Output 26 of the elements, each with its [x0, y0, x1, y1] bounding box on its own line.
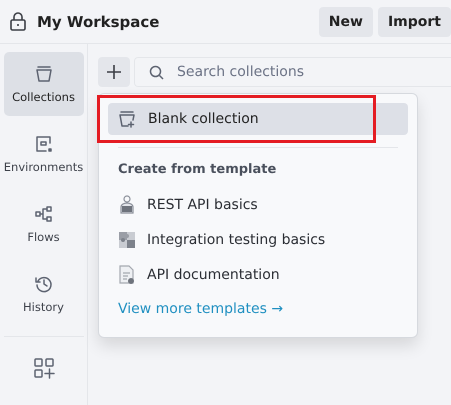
puzzle-icon — [118, 230, 136, 248]
sidebar-item[interactable]: Collections — [4, 52, 84, 116]
template-item[interactable]: REST API basics — [108, 187, 408, 222]
collections-icon — [34, 64, 54, 84]
plus-icon — [106, 64, 122, 80]
menu-item[interactable]: Blank collection — [108, 103, 408, 135]
sidebar-item[interactable]: Flows — [4, 192, 84, 256]
history-icon — [34, 274, 54, 294]
environment-icon — [34, 134, 54, 154]
collection-add-icon — [118, 110, 136, 128]
search-field[interactable]: Search collections — [134, 57, 451, 87]
header-button[interactable]: Import — [378, 6, 451, 36]
workspace-title: My Workspace — [37, 12, 160, 30]
search-icon — [149, 65, 164, 80]
template-item[interactable]: API documentation — [108, 257, 408, 292]
lock-icon — [9, 12, 27, 32]
person-laptop-icon — [118, 194, 136, 214]
header-button[interactable]: New — [318, 6, 373, 36]
flows-icon — [34, 204, 54, 224]
document-search-icon — [118, 264, 136, 284]
section-title: Create from template — [117, 162, 278, 177]
sidebar-item[interactable]: Environments — [4, 122, 84, 186]
sidebar-item[interactable]: History — [4, 262, 84, 326]
add-button[interactable] — [98, 57, 130, 87]
template-item[interactable]: Integration testing basics — [108, 222, 408, 257]
add-apps-icon[interactable] — [32, 357, 54, 379]
